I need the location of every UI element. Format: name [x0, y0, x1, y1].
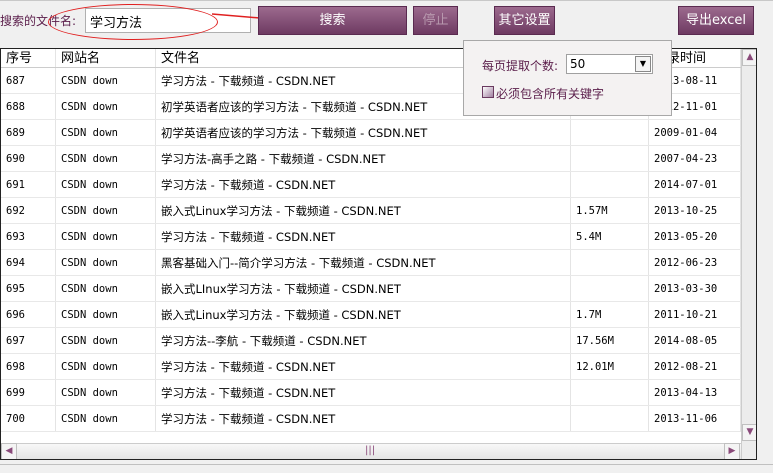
- site-name: CSDN down: [56, 68, 156, 93]
- file-name: 学习方法 - 下载频道 - CSDN.NET: [156, 224, 571, 249]
- table-row[interactable]: 694 CSDN down 黑客基础入门--简介学习方法 - 下载频道 - CSDN…: [1, 250, 741, 276]
- per-page-label: 每页提取个数:: [482, 59, 559, 73]
- file-name: 学习方法 - 下载频道 - CSDN.NET: [156, 172, 571, 197]
- file-size: [571, 120, 649, 145]
- site-name: CSDN down: [56, 250, 156, 275]
- site-name: CSDN down: [56, 328, 156, 353]
- per-page-select[interactable]: 50 ▼: [566, 54, 653, 74]
- scroll-up-icon[interactable]: ▲: [742, 49, 756, 66]
- table-row[interactable]: 696 CSDN down 嵌入式Linux学习方法 - 下载频道 - CSDN.N…: [1, 302, 741, 328]
- stop-button[interactable]: 停止: [413, 6, 458, 35]
- collect-time: 2012-08-21: [649, 354, 741, 379]
- table-row[interactable]: 691 CSDN down 学习方法 - 下载频道 - CSDN.NET 2014-0…: [1, 172, 741, 198]
- collect-time: 2013-11-06: [649, 406, 741, 431]
- collect-time: 2014-07-01: [649, 172, 741, 197]
- annotation-ellipse: [48, 4, 218, 40]
- chevron-down-icon[interactable]: ▼: [635, 56, 651, 72]
- scroll-left-icon[interactable]: ◀: [1, 443, 17, 459]
- search-button[interactable]: 搜索: [258, 6, 407, 35]
- row-index: 700: [1, 406, 56, 431]
- file-size: 17.56M: [571, 328, 649, 353]
- row-index: 693: [1, 224, 56, 249]
- collect-time: 2011-10-21: [649, 302, 741, 327]
- scroll-down-icon[interactable]: ▼: [742, 424, 756, 441]
- site-name: CSDN down: [56, 120, 156, 145]
- file-size: [571, 250, 649, 275]
- per-page-value: 50: [570, 57, 586, 71]
- row-index: 697: [1, 328, 56, 353]
- file-name: 黑客基础入门--简介学习方法 - 下载频道 - CSDN.NET: [156, 250, 571, 275]
- vertical-scrollbar[interactable]: ▲ ▼: [741, 49, 756, 459]
- file-name: 学习方法 - 下载频道 - CSDN.NET: [156, 354, 571, 379]
- collect-time: 2007-04-23: [649, 146, 741, 171]
- collect-time: 2013-04-13: [649, 380, 741, 405]
- file-size: 12.01M: [571, 354, 649, 379]
- file-name: 学习方法-高手之路 - 下载频道 - CSDN.NET: [156, 146, 571, 171]
- file-name: 嵌入式Linux学习方法 - 下载频道 - CSDN.NET: [156, 302, 571, 327]
- row-index: 687: [1, 68, 56, 93]
- site-name: CSDN down: [56, 302, 156, 327]
- site-name: CSDN down: [56, 146, 156, 171]
- row-index: 694: [1, 250, 56, 275]
- file-size: [571, 172, 649, 197]
- scroll-thumb-grip-icon[interactable]: |||: [365, 445, 375, 456]
- scroll-right-icon[interactable]: ▶: [724, 443, 740, 459]
- row-index: 698: [1, 354, 56, 379]
- column-header[interactable]: 序号: [1, 49, 56, 67]
- file-name: 嵌入式LInux学习方法 - 下载频道 - CSDN.NET: [156, 276, 571, 301]
- match-all-checkbox[interactable]: [482, 86, 494, 98]
- row-index: 691: [1, 172, 56, 197]
- file-size: 1.7M: [571, 302, 649, 327]
- table-row[interactable]: 689 CSDN down 初学英语者应该的学习方法 - 下载频道 - CSDN.N…: [1, 120, 741, 146]
- file-size: [571, 406, 649, 431]
- site-name: CSDN down: [56, 406, 156, 431]
- site-name: CSDN down: [56, 354, 156, 379]
- row-index: 690: [1, 146, 56, 171]
- row-index: 689: [1, 120, 56, 145]
- row-index: 695: [1, 276, 56, 301]
- collect-time: 2009-01-04: [649, 120, 741, 145]
- collect-time: 2014-08-05: [649, 328, 741, 353]
- site-name: CSDN down: [56, 94, 156, 119]
- column-header[interactable]: 网站名: [56, 49, 156, 67]
- collect-time: 2013-10-25: [649, 198, 741, 223]
- horizontal-scrollbar[interactable]: ◀ ||| ▶: [1, 443, 741, 459]
- site-name: CSDN down: [56, 380, 156, 405]
- site-name: CSDN down: [56, 198, 156, 223]
- table-row[interactable]: 692 CSDN down 嵌入式Linux学习方法 - 下载频道 - CSDN.N…: [1, 198, 741, 224]
- file-name: 初学英语者应该的学习方法 - 下载频道 - CSDN.NET: [156, 120, 571, 145]
- settings-popup: 每页提取个数: 50 ▼ 必须包含所有关键字: [463, 40, 672, 116]
- file-size: 5.4M: [571, 224, 649, 249]
- bottom-divider: [0, 464, 773, 465]
- file-name: 学习方法--李航 - 下载频道 - CSDN.NET: [156, 328, 571, 353]
- row-index: 692: [1, 198, 56, 223]
- table-row[interactable]: 699 CSDN down 学习方法 - 下载频道 - CSDN.NET 2013-0…: [1, 380, 741, 406]
- row-index: 688: [1, 94, 56, 119]
- top-divider: [0, 0, 773, 1]
- table-row[interactable]: 697 CSDN down 学习方法--李航 - 下载频道 - CSDN.NET 17…: [1, 328, 741, 354]
- file-size: 1.57M: [571, 198, 649, 223]
- site-name: CSDN down: [56, 172, 156, 197]
- table-row[interactable]: 695 CSDN down 嵌入式LInux学习方法 - 下载频道 - CSDN.N…: [1, 276, 741, 302]
- file-size: [571, 276, 649, 301]
- collect-time: 2013-03-30: [649, 276, 741, 301]
- file-size: [571, 146, 649, 171]
- table-row[interactable]: 698 CSDN down 学习方法 - 下载频道 - CSDN.NET 12.01M…: [1, 354, 741, 380]
- file-size: [571, 380, 649, 405]
- export-excel-button[interactable]: 导出excel: [678, 6, 754, 35]
- file-name: 学习方法 - 下载频道 - CSDN.NET: [156, 406, 571, 431]
- site-name: CSDN down: [56, 224, 156, 249]
- row-index: 696: [1, 302, 56, 327]
- collect-time: 2012-06-23: [649, 250, 741, 275]
- collect-time: 2013-05-20: [649, 224, 741, 249]
- other-settings-button[interactable]: 其它设置: [494, 6, 555, 35]
- row-index: 699: [1, 380, 56, 405]
- table-row[interactable]: 700 CSDN down 学习方法 - 下载频道 - CSDN.NET 2013-1…: [1, 406, 741, 432]
- file-name: 嵌入式Linux学习方法 - 下载频道 - CSDN.NET: [156, 198, 571, 223]
- site-name: CSDN down: [56, 276, 156, 301]
- match-all-label[interactable]: 必须包含所有关键字: [496, 85, 604, 102]
- file-name: 学习方法 - 下载频道 - CSDN.NET: [156, 380, 571, 405]
- table-row[interactable]: 690 CSDN down 学习方法-高手之路 - 下载频道 - CSDN.NET 2…: [1, 146, 741, 172]
- table-row[interactable]: 693 CSDN down 学习方法 - 下载频道 - CSDN.NET 5.4M 20…: [1, 224, 741, 250]
